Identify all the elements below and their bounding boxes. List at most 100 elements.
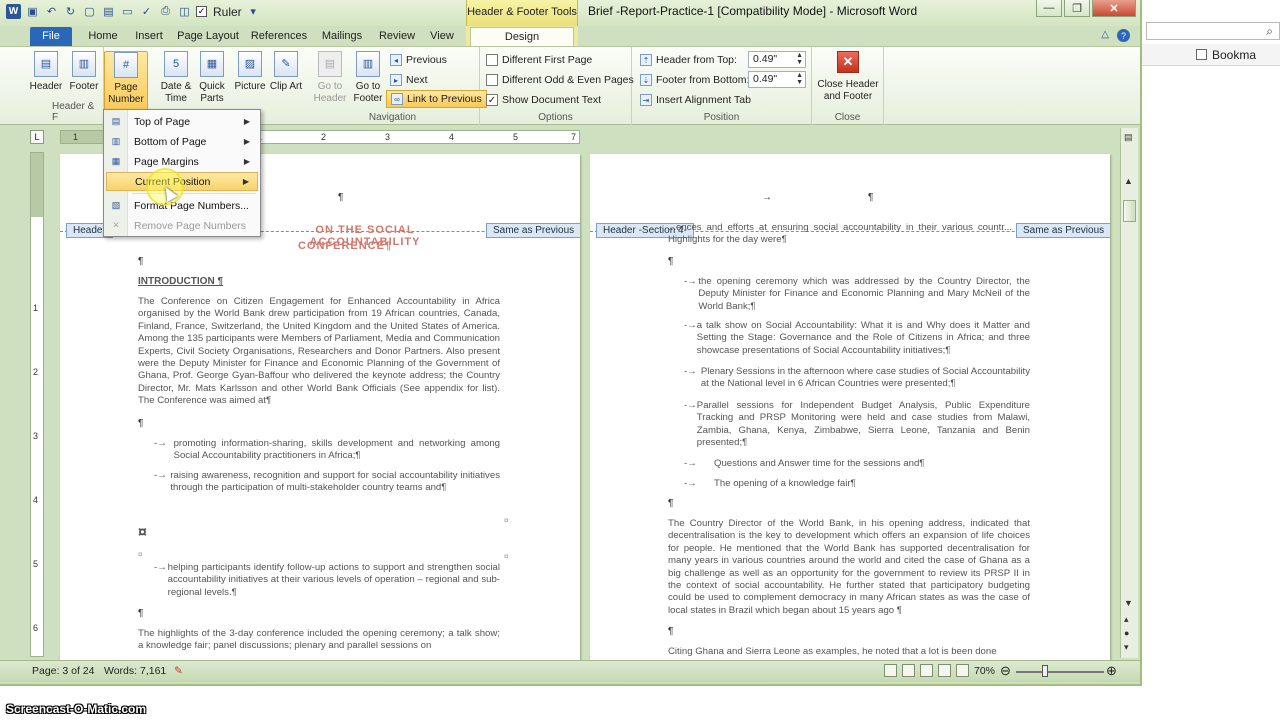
picture-button[interactable]: ▨ Picture bbox=[230, 51, 270, 109]
zoom-slider-thumb[interactable] bbox=[1042, 665, 1048, 677]
different-first-page-checkbox[interactable]: Different First Page bbox=[486, 51, 592, 69]
tab-insert[interactable]: Insert bbox=[128, 27, 170, 46]
list-item-text: helping participants identify follow-up … bbox=[167, 562, 500, 598]
search-icon[interactable]: ⌕ bbox=[1266, 24, 1273, 39]
footer-from-bottom-icon: ⇣ bbox=[640, 74, 652, 86]
zoom-level[interactable]: 70% bbox=[974, 665, 995, 677]
outline-icon[interactable] bbox=[938, 664, 951, 677]
previous-button[interactable]: ◂ Previous bbox=[390, 51, 447, 69]
proofing-icon[interactable]: ✎ bbox=[174, 665, 183, 677]
print-icon[interactable]: ⎙ bbox=[158, 4, 173, 19]
show-document-text-checkbox[interactable]: ✓ Show Document Text bbox=[486, 91, 601, 109]
web-layout-icon[interactable] bbox=[920, 664, 933, 677]
next-button[interactable]: ▸ Next bbox=[390, 71, 428, 89]
pilcrow: ¶ bbox=[138, 418, 144, 429]
print-layout-icon[interactable] bbox=[884, 664, 897, 677]
list-item: -→ the opening ceremony which was addres… bbox=[684, 276, 1030, 313]
clip-art-button[interactable]: ✎ Clip Art bbox=[266, 51, 306, 109]
word-count[interactable]: Words: 7,161 bbox=[104, 665, 166, 677]
go-to-footer-button[interactable]: ▥ Go to Footer bbox=[348, 51, 388, 109]
menu-item-bottom-of-page[interactable]: ▥ Bottom of Page ▶ bbox=[106, 132, 258, 151]
vertical-scrollbar[interactable]: ▤ ▲ ▼ ▴ ● ▾ bbox=[1120, 128, 1138, 658]
tab-file[interactable]: File bbox=[30, 27, 72, 46]
vertical-ruler[interactable]: 1 2 3 4 5 6 bbox=[30, 152, 44, 657]
undo-icon[interactable]: ↶ bbox=[44, 4, 59, 19]
page-number-button[interactable]: # Page Number bbox=[104, 51, 148, 113]
minimize-button[interactable]: — bbox=[1036, 0, 1062, 17]
footer-from-bottom-spinner[interactable]: 0.49" ▲ ▼ bbox=[748, 71, 806, 88]
draft-icon[interactable] bbox=[956, 664, 969, 677]
word-logo-icon[interactable]: W bbox=[6, 4, 21, 19]
bookmarks-icon[interactable] bbox=[1196, 49, 1207, 60]
list-item-text: promoting information-sharing, skills de… bbox=[173, 438, 500, 462]
save-icon[interactable]: ▣ bbox=[25, 4, 40, 19]
print-preview-icon[interactable]: ◫ bbox=[177, 4, 192, 19]
title-bar: W ▣ ↶ ↻ ▢ ▤ ▭ ✓ ⎙ ◫ ✓ Ruler ▾ Header & F… bbox=[0, 0, 1140, 26]
minimize-ribbon-icon[interactable]: △ bbox=[1101, 29, 1109, 42]
spinner-arrows-icon[interactable]: ▲ ▼ bbox=[796, 72, 803, 86]
bookmarks-bar: Bookma bbox=[1140, 44, 1280, 66]
different-odd-even-box[interactable] bbox=[486, 74, 498, 86]
page-right[interactable]: → ¶ Header -Section 4- Same as Previous … bbox=[590, 154, 1110, 660]
ruler-tick: 2 bbox=[321, 132, 327, 142]
tab-view[interactable]: View bbox=[424, 27, 460, 46]
scroll-up-icon[interactable]: ▲ bbox=[1124, 176, 1133, 186]
date-time-button[interactable]: 5 Date & Time bbox=[156, 51, 196, 109]
help-icon[interactable]: ? bbox=[1117, 29, 1130, 42]
quick-parts-button[interactable]: ▦ Quick Parts bbox=[192, 51, 232, 109]
arrow-tab-icon: -→ bbox=[154, 562, 167, 573]
zoom-slider[interactable] bbox=[1016, 671, 1104, 673]
ruler-checkbox[interactable]: ✓ bbox=[196, 6, 207, 17]
spelling-icon[interactable]: ✓ bbox=[139, 4, 154, 19]
close-window-button[interactable]: ✕ bbox=[1092, 0, 1136, 17]
footer-from-bottom-value[interactable]: 0.49" bbox=[753, 73, 777, 85]
new-document-icon[interactable]: ▢ bbox=[82, 4, 97, 19]
tab-home[interactable]: Home bbox=[82, 27, 124, 46]
tab-review[interactable]: Review bbox=[376, 27, 418, 46]
full-screen-reading-icon[interactable] bbox=[902, 664, 915, 677]
next-label: Next bbox=[406, 74, 428, 86]
go-to-header-button[interactable]: ▤ Go to Header bbox=[310, 51, 350, 109]
scroll-down-icon[interactable]: ▼ bbox=[1124, 598, 1133, 608]
zoom-out-icon[interactable]: ⊖ bbox=[1000, 663, 1011, 679]
page-count[interactable]: Page: 3 of 24 bbox=[32, 665, 94, 677]
ruler-label: Ruler bbox=[213, 4, 242, 19]
customize-qat-icon[interactable]: ▾ bbox=[246, 4, 261, 19]
previous-page-icon[interactable]: ▴ bbox=[1124, 614, 1129, 625]
tab-page-layout[interactable]: Page Layout bbox=[176, 27, 240, 46]
ruler-toggle-icon[interactable]: ▤ bbox=[1124, 132, 1133, 143]
show-document-text-box[interactable]: ✓ bbox=[486, 94, 498, 106]
restore-button[interactable]: ❐ bbox=[1064, 0, 1090, 17]
header-from-top-value[interactable]: 0.49" bbox=[753, 53, 777, 65]
tab-design[interactable]: Design bbox=[470, 27, 574, 46]
close-header-footer-button[interactable]: ✕ Close Header and Footer bbox=[816, 51, 880, 109]
open-icon[interactable]: ▤ bbox=[101, 4, 116, 19]
scroll-thumb[interactable] bbox=[1123, 200, 1136, 222]
header-from-top-spinner[interactable]: 0.49" ▲ ▼ bbox=[748, 51, 806, 68]
tab-mailings[interactable]: Mailings bbox=[316, 27, 368, 46]
menu-item-format-page-numbers[interactable]: ▧ Format Page Numbers... bbox=[106, 196, 258, 215]
watermark: Screencast-O-Matic.com bbox=[6, 702, 147, 716]
spinner-arrows-icon[interactable]: ▲ ▼ bbox=[796, 52, 803, 66]
bookmarks-label[interactable]: Bookma bbox=[1212, 48, 1256, 62]
link-to-previous-label: Link to Previous bbox=[407, 93, 482, 105]
link-to-previous-button[interactable]: ∞ Link to Previous bbox=[386, 90, 487, 108]
tab-selector[interactable]: L bbox=[30, 130, 44, 144]
redo-icon[interactable]: ↻ bbox=[63, 4, 78, 19]
next-page-icon[interactable]: ▾ bbox=[1124, 642, 1129, 653]
tab-references[interactable]: References bbox=[250, 27, 308, 46]
insert-alignment-tab-button[interactable]: ⇥ Insert Alignment Tab bbox=[640, 91, 751, 109]
browser-search-box[interactable]: ⌕ bbox=[1146, 22, 1280, 40]
menu-item-top-of-page[interactable]: ▤ Top of Page ▶ bbox=[106, 112, 258, 131]
pilcrow: ¶ bbox=[138, 608, 144, 619]
zoom-in-icon[interactable]: ⊕ bbox=[1106, 663, 1117, 679]
menu-item-page-margins[interactable]: ▦ Page Margins ▶ bbox=[106, 152, 258, 171]
arrow-tab-icon: -→ bbox=[684, 458, 697, 469]
folder-icon[interactable]: ▭ bbox=[120, 4, 135, 19]
object-anchor-icon[interactable]: ¤ bbox=[138, 524, 147, 542]
group-position: ⇡ Header from Top: 0.49" ▲ ▼ ⇣ Footer from B… bbox=[632, 47, 812, 125]
different-first-page-box[interactable] bbox=[486, 54, 498, 66]
select-browse-object-icon[interactable]: ● bbox=[1124, 628, 1129, 638]
different-odd-even-checkbox[interactable]: Different Odd & Even Pages bbox=[486, 71, 634, 89]
menu-item-remove-page-numbers[interactable]: ✕ Remove Page Numbers bbox=[106, 216, 258, 235]
